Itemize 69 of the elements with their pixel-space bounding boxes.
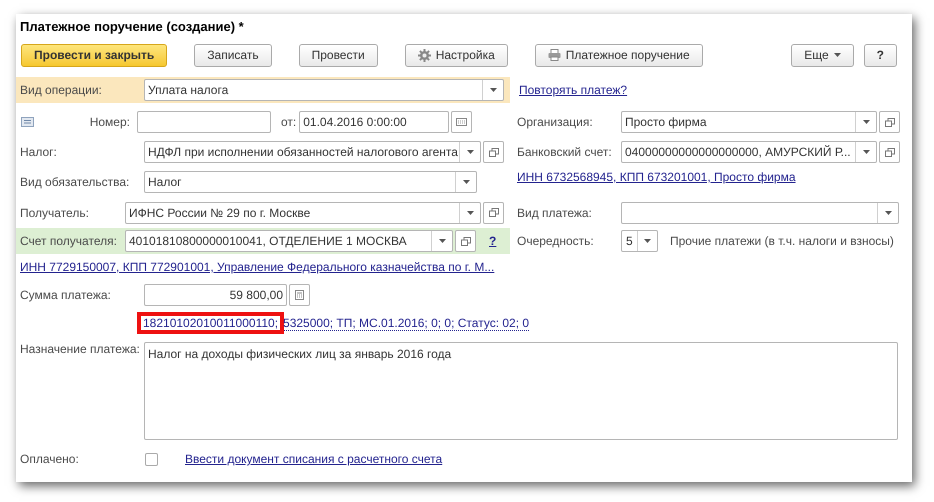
calendar-icon — [456, 118, 468, 126]
field-label: Прочие платежи (в т.ч. налоги и взносы) — [670, 233, 894, 250]
caret-icon — [466, 210, 474, 214]
field-label: Организация: — [517, 114, 594, 131]
toolbar-button[interactable]: Провести — [298, 44, 378, 66]
field-label: Банковский счет: — [517, 144, 613, 161]
window-title: Платежное поручение (создание) * — [19, 18, 245, 36]
field-label: Вид операции: — [20, 82, 103, 99]
input-field[interactable]: Налог — [144, 171, 477, 193]
open-button[interactable] — [483, 141, 504, 163]
open-icon — [884, 118, 894, 126]
input-field[interactable]: Просто фирма — [621, 111, 877, 133]
caret-icon — [834, 53, 841, 57]
caret-icon — [884, 210, 892, 214]
field-label: от: — [281, 114, 296, 131]
priority-field[interactable]: 5 — [621, 230, 658, 252]
open-icon — [488, 208, 498, 217]
caret-icon — [862, 150, 870, 154]
calendar-button[interactable] — [451, 111, 472, 133]
caret-icon — [490, 88, 496, 92]
field-label: Оплачено: — [20, 451, 80, 468]
field-label: Номер: — [88, 114, 131, 131]
open-icon — [460, 236, 470, 246]
open-button[interactable] — [455, 230, 476, 252]
field-label: Получатель: — [20, 204, 90, 222]
field-label: Сумма платежа: — [20, 287, 112, 304]
toolbar-button[interactable]: Платежное поручение — [534, 44, 703, 66]
toolbar-button[interactable]: Настройка — [404, 44, 508, 66]
caret-icon — [438, 239, 446, 243]
caret-icon — [462, 180, 470, 184]
link[interactable]: Повторять платеж? — [519, 81, 628, 99]
toolbar-button[interactable]: Еще — [791, 44, 854, 66]
input-field[interactable]: 01.04.2016 0:00:00 — [299, 111, 450, 133]
gear-icon — [418, 48, 431, 62]
field-label: Вид обязательства: — [20, 174, 130, 191]
calculator-icon — [295, 290, 304, 300]
input-field[interactable] — [137, 111, 271, 133]
field-label: Вид платежа: — [517, 204, 593, 222]
field-label: Назначение платежа: — [20, 342, 141, 358]
document-icon — [21, 117, 34, 127]
link[interactable]: Ввести документ списания с расчетного счета — [185, 450, 442, 468]
text-area[interactable]: Налог на доходы физических лиц за январь 2016 года — [144, 342, 898, 440]
help-button[interactable]: ? — [864, 44, 897, 66]
caret-icon — [644, 239, 651, 243]
input-field[interactable]: 40101810800000010041, ОТДЕЛЕНИЕ 1 МОСКВА — [125, 230, 453, 252]
toolbar-button[interactable]: Записать — [194, 44, 272, 66]
link[interactable]: ИНН 6732568945, КПП 673201001, Просто фирма — [517, 168, 796, 186]
field-label: Счет получателя: — [20, 233, 118, 250]
link[interactable]: ИНН 7729150007, КПП 772901001, Управление Федерального казначейства по г. М... — [20, 258, 494, 276]
field-label: Налог: — [20, 144, 58, 161]
open-button[interactable] — [879, 111, 900, 133]
input-field[interactable]: 04000000000000000000, АМУРСКИЙ Р... — [621, 141, 877, 163]
checkbox[interactable] — [145, 452, 158, 466]
input-field[interactable]: НДФЛ при исполнении обязанностей налогового агента — [144, 141, 481, 163]
caret-icon — [862, 120, 870, 124]
link[interactable]: ? — [489, 232, 496, 250]
printer-icon — [548, 49, 561, 61]
open-button[interactable] — [483, 202, 504, 224]
open-icon — [488, 148, 498, 156]
open-icon — [884, 148, 894, 156]
toolbar-button[interactable]: Провести и закрыть — [21, 44, 168, 66]
caret-icon — [466, 150, 474, 154]
open-button[interactable] — [879, 141, 900, 163]
calculator-button[interactable] — [289, 284, 310, 306]
input-field[interactable]: ИФНС России № 29 по г. Москве — [125, 202, 481, 224]
field-label: Очередность: — [517, 233, 595, 250]
input-field[interactable]: 59 800,00 — [144, 284, 287, 306]
input-field[interactable]: Уплата налога — [144, 79, 504, 101]
input-field[interactable] — [621, 202, 899, 224]
